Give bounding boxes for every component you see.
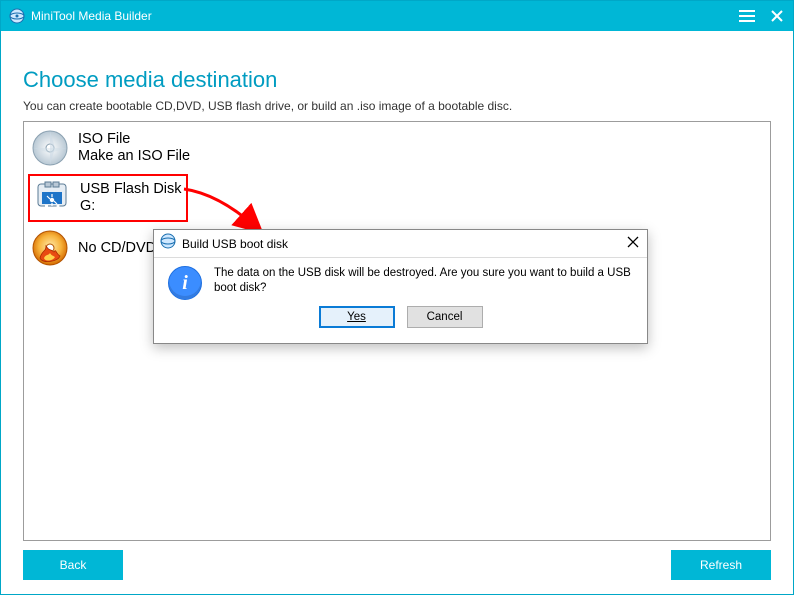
option-cd-title: No CD/DVD	[78, 240, 156, 257]
option-iso-sub: Make an ISO File	[78, 148, 190, 165]
info-icon: i	[168, 266, 202, 300]
dialog-yes-button[interactable]: Yes	[319, 306, 395, 328]
refresh-button[interactable]: Refresh	[671, 550, 771, 580]
app-titlebar: MiniTool Media Builder	[1, 1, 793, 31]
option-usb-flash-disk[interactable]: USB Flash Disk G:	[28, 174, 188, 222]
option-iso-file[interactable]: ISO File Make an ISO File	[28, 126, 766, 170]
dialog-title: Build USB boot disk	[182, 237, 288, 251]
build-usb-dialog: Build USB boot disk i The data on the US…	[153, 229, 648, 344]
dialog-message: The data on the USB disk will be destroy…	[214, 266, 635, 300]
menu-icon[interactable]	[739, 9, 755, 23]
dialog-cancel-button[interactable]: Cancel	[407, 306, 483, 328]
dialog-titlebar[interactable]: Build USB boot disk	[154, 230, 647, 258]
dialog-app-icon	[160, 233, 176, 254]
usb-drive-icon	[32, 178, 72, 218]
app-icon	[9, 8, 25, 24]
footer-bar: Back Refresh	[1, 550, 793, 580]
option-usb-sub: G:	[80, 198, 182, 215]
close-icon[interactable]	[771, 10, 783, 22]
disc-icon	[30, 128, 70, 168]
app-title: MiniTool Media Builder	[31, 9, 152, 23]
option-iso-title: ISO File	[78, 131, 190, 148]
page-subheading: You can create bootable CD,DVD, USB flas…	[23, 99, 771, 113]
back-button[interactable]: Back	[23, 550, 123, 580]
cd-burn-icon	[30, 228, 70, 268]
dialog-close-icon[interactable]	[627, 235, 639, 253]
page-heading: Choose media destination	[23, 67, 771, 93]
option-usb-title: USB Flash Disk	[80, 181, 182, 198]
